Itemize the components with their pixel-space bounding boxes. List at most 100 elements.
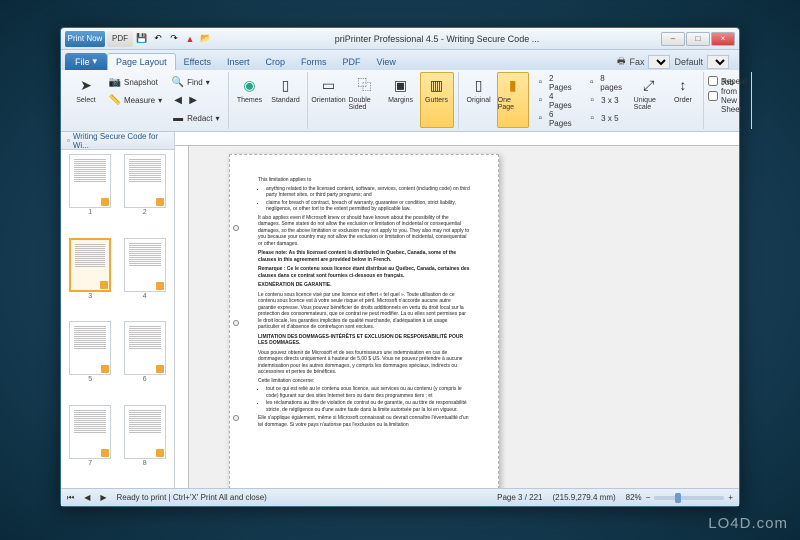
redo-icon[interactable]: ↷ <box>167 32 181 46</box>
orientation-icon: ▭ <box>319 75 339 95</box>
tab-view[interactable]: View <box>368 54 403 70</box>
quick-access-toolbar: Print Now PDF 💾 ↶ ↷ ▲ 📂 <box>65 31 213 47</box>
page-area: This limitation applies to anything rela… <box>189 146 739 488</box>
document-page: This limitation applies to anything rela… <box>229 154 499 488</box>
doc-heading: Please note: As this licensed content is… <box>258 250 470 263</box>
grid-icon: ▫ <box>586 113 598 125</box>
nav-prev-icon[interactable]: ◀ <box>84 493 90 502</box>
two-pages-button[interactable]: ▫2 Pages <box>531 74 580 91</box>
thumbnail-page-7[interactable]: 7 <box>65 405 116 485</box>
find-button[interactable]: 🔍Find▾ <box>168 74 223 91</box>
order-button[interactable]: ↕Order <box>667 72 699 128</box>
themes-icon: ◉ <box>240 75 260 95</box>
group-select: ➤Select 📷Snapshot 📏Measure▾ 🔍Find▾ ◀▶ ▬R… <box>65 72 229 129</box>
save-icon[interactable]: 💾 <box>135 32 149 46</box>
grid-icon: ▫ <box>535 95 546 107</box>
chevron-down-icon: ▾ <box>158 96 162 105</box>
open-icon[interactable]: 📂 <box>199 32 213 46</box>
printer-icon: 🖶 <box>617 54 626 70</box>
thumbnail-page-8[interactable]: 8 <box>120 405 171 485</box>
themes-button[interactable]: ◉Themes <box>233 72 267 128</box>
snapshot-button[interactable]: 📷Snapshot <box>105 74 166 91</box>
grid-3x3-button[interactable]: ▫3 x 3 <box>582 92 631 109</box>
status-page: Page 3 / 221 <box>497 493 542 502</box>
doc-icon: ▫ <box>67 136 70 145</box>
double-sided-button[interactable]: ⿻Double Sided <box>348 72 382 128</box>
binding-hole <box>233 225 239 231</box>
undo-icon[interactable]: ↶ <box>151 32 165 46</box>
pdf-button[interactable]: PDF <box>107 31 133 47</box>
camera-icon: 📷 <box>109 77 121 89</box>
double-icon: ⿻ <box>355 75 375 95</box>
zoom-slider[interactable] <box>654 496 724 500</box>
left-icon: ◀ <box>172 95 184 107</box>
tab-crop[interactable]: Crop <box>257 54 293 70</box>
tab-insert[interactable]: Insert <box>219 54 258 70</box>
minimize-button[interactable]: – <box>661 32 685 46</box>
close-button[interactable]: × <box>711 32 735 46</box>
nav-first-icon[interactable]: ⏮ <box>67 493 74 503</box>
nav-next-icon[interactable]: ▶ <box>100 493 106 502</box>
redact-icon: ▬ <box>172 113 184 125</box>
fax-select[interactable] <box>648 55 670 69</box>
one-page-button[interactable]: ▮One Page <box>497 72 529 128</box>
thumbnail-page-6[interactable]: 6 <box>120 321 171 401</box>
zoom-out-icon[interactable]: − <box>646 493 651 502</box>
grid-icon: ▫ <box>586 95 598 107</box>
margins-icon: ▣ <box>391 75 411 95</box>
status-size: (215.9,279.4 mm) <box>553 493 616 502</box>
acrobat-icon[interactable]: ▲ <box>183 32 197 46</box>
default-label: Default <box>674 57 703 67</box>
ruler-icon: 📏 <box>109 95 121 107</box>
tab-pdf[interactable]: PDF <box>334 54 368 70</box>
doc-text: Cette limitation concerne: <box>258 378 470 385</box>
newsheet-checkbox[interactable]: Job from New Sheet <box>708 89 747 103</box>
redact-button[interactable]: ▬Redact▾ <box>168 110 223 127</box>
thumbnail-tab[interactable]: ▫Writing Secure Code for Wi... <box>61 132 174 150</box>
original-button[interactable]: ▯Original <box>463 72 495 128</box>
group-layout: ▯Original ▮One Page ▫2 Pages ▫4 Pages ▫6… <box>459 72 704 129</box>
binding-hole <box>233 415 239 421</box>
ribbon: ➤Select 📷Snapshot 📏Measure▾ 🔍Find▾ ◀▶ ▬R… <box>61 70 739 132</box>
ribbon-tabstrip: File▾ Page Layout Effects Insert Crop Fo… <box>61 50 739 70</box>
thumbnail-page-4[interactable]: 4 <box>120 238 171 318</box>
grid-3x5-button[interactable]: ▫3 x 5 <box>582 110 631 127</box>
select-button[interactable]: ➤Select <box>69 72 103 128</box>
workspace: ▫Writing Secure Code for Wi... 12345678 … <box>61 132 739 488</box>
orientation-button[interactable]: ▭Orientation <box>312 72 346 128</box>
zoom-in-icon[interactable]: + <box>728 493 733 502</box>
page-canvas[interactable]: This limitation applies to anything rela… <box>175 132 739 488</box>
thumbnail-page-3[interactable]: 3 <box>65 238 116 318</box>
measure-button[interactable]: 📏Measure▾ <box>105 92 166 109</box>
margins-button[interactable]: ▣Margins <box>384 72 418 128</box>
group-options: Repeat Job from New Sheet <box>704 72 752 129</box>
print-now-button[interactable]: Print Now <box>65 31 105 47</box>
tab-forms[interactable]: Forms <box>293 54 335 70</box>
unique-scale-button[interactable]: ⤢Unique Scale <box>633 72 665 128</box>
doc-list: tout ce qui est relié au le contenu sous… <box>266 386 470 413</box>
thumbnail-page-2[interactable]: 2 <box>120 154 171 234</box>
arrows-button[interactable]: ◀▶ <box>168 92 223 109</box>
chevron-down-icon: ▾ <box>93 56 98 67</box>
statusbar: ⏮ ◀ ▶ Ready to print | Ctrl+'X' Print Al… <box>61 488 739 506</box>
grid-icon: ▫ <box>535 77 546 89</box>
eight-pages-button[interactable]: ▫8 pages <box>582 74 631 91</box>
maximize-button[interactable]: □ <box>686 32 710 46</box>
standard-button[interactable]: ▯Standard <box>269 72 303 128</box>
default-select[interactable] <box>707 55 729 69</box>
file-menu[interactable]: File▾ <box>65 53 107 70</box>
tab-page-layout[interactable]: Page Layout <box>107 53 176 70</box>
search-icon: 🔍 <box>172 77 184 89</box>
tab-effects[interactable]: Effects <box>176 54 219 70</box>
six-pages-button[interactable]: ▫6 Pages <box>531 110 580 127</box>
gutters-button[interactable]: ▥Gutters <box>420 72 454 128</box>
thumbnail-page-1[interactable]: 1 <box>65 154 116 234</box>
gutters-icon: ▥ <box>427 75 447 95</box>
zoom-control[interactable]: 82% − + <box>626 493 733 502</box>
thumbnail-page-5[interactable]: 5 <box>65 321 116 401</box>
doc-heading: Remarque : Ce le contenu sous licence ét… <box>258 266 470 279</box>
ribbon-right: 🖶 Fax Default <box>617 54 735 70</box>
one-page-icon: ▮ <box>503 75 523 95</box>
four-pages-button[interactable]: ▫4 Pages <box>531 92 580 109</box>
doc-text: Vous pouvez obtenir de Microsoft et de s… <box>258 350 470 376</box>
